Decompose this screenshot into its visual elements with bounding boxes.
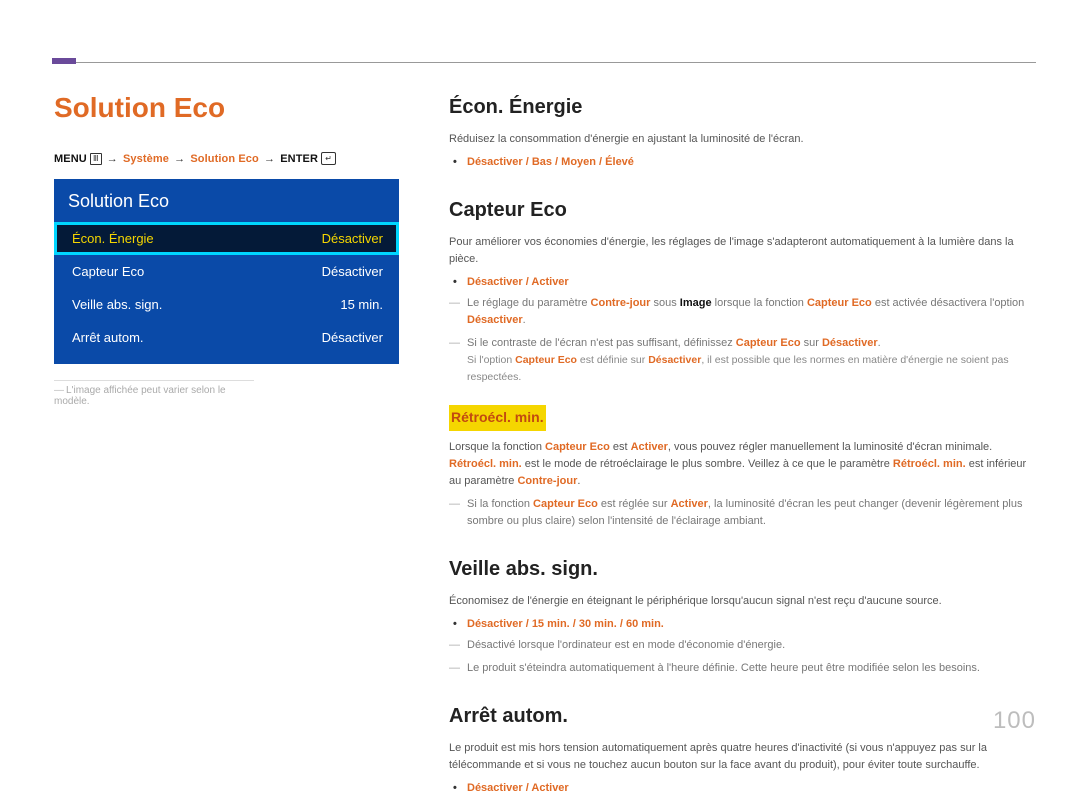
page-title: Solution Eco xyxy=(54,92,399,124)
t: Capteur Eco xyxy=(807,297,872,309)
t: Capteur Eco xyxy=(515,354,577,366)
osd-row-veille-abs-sign[interactable]: Veille abs. sign. 15 min. xyxy=(54,288,399,321)
section-veille-desc: Économisez de l'énergie en éteignant le … xyxy=(449,593,1036,610)
page-top-rule xyxy=(52,62,1036,63)
osd-panel: Solution Eco Écon. Énergie Désactiver Ca… xyxy=(54,179,399,364)
osd-value: Désactiver xyxy=(322,231,383,246)
menu-icon: Ⅲ xyxy=(90,153,102,165)
t: Rétroécl. min. xyxy=(449,458,522,470)
capteur-note-2-sub: Si l'option Capteur Eco est définie sur … xyxy=(467,352,1036,385)
t: Image xyxy=(680,297,712,309)
veille-note-1: Désactivé lorsque l'ordinateur est en mo… xyxy=(467,637,1036,654)
section-capteur-desc: Pour améliorer vos économies d'énergie, … xyxy=(449,234,1036,268)
t: est xyxy=(610,441,631,453)
arret-options-list: Désactiver / Activer xyxy=(449,780,1036,797)
veille-options: Désactiver / 15 min. / 30 min. / 60 min. xyxy=(467,616,1036,633)
t: Capteur Eco xyxy=(736,337,801,349)
page-number: 100 xyxy=(993,707,1036,735)
econ-options-list: Désactiver / Bas / Moyen / Élevé xyxy=(449,154,1036,171)
osd-value: Désactiver xyxy=(322,264,383,279)
capteur-options: Désactiver / Activer xyxy=(467,274,1036,291)
t: Rétroécl. min. xyxy=(893,458,966,470)
veille-note-2: Le produit s'éteindra automatiquement à … xyxy=(467,660,1036,677)
t: Désactiver xyxy=(648,354,701,366)
t: est activée désactivera l'option xyxy=(872,297,1025,309)
capteur-options-list: Désactiver / Activer xyxy=(449,274,1036,291)
t: , vous pouvez régler manuellement la lum… xyxy=(668,441,992,453)
t: Désactiver xyxy=(467,314,523,326)
t: Activer xyxy=(671,498,708,510)
t: Si la fonction xyxy=(467,498,533,510)
retroecl-note: Si la fonction Capteur Eco est réglée su… xyxy=(467,496,1036,530)
breadcrumb-systeme: Système xyxy=(123,153,169,165)
page-content: Solution Eco MENU Ⅲ → Système → Solution… xyxy=(54,92,1036,723)
osd-value: Désactiver xyxy=(322,330,383,345)
t: sous xyxy=(650,297,679,309)
t: Si l'option xyxy=(467,354,515,366)
t: . xyxy=(577,475,580,487)
osd-title: Solution Eco xyxy=(54,179,399,222)
breadcrumb-enter: ENTER xyxy=(280,153,318,165)
osd-row-arret-autom[interactable]: Arrêt autom. Désactiver xyxy=(54,321,399,354)
t: Contre-jour xyxy=(591,297,651,309)
econ-options: Désactiver / Bas / Moyen / Élevé xyxy=(467,154,1036,171)
left-column: Solution Eco MENU Ⅲ → Système → Solution… xyxy=(54,92,399,723)
section-econ-title: Écon. Énergie xyxy=(449,92,1036,123)
t: Lorsque la fonction xyxy=(449,441,545,453)
breadcrumb-menu: MENU xyxy=(54,153,87,165)
osd-row-capteur-eco[interactable]: Capteur Eco Désactiver xyxy=(54,255,399,288)
osd-label: Écon. Énergie xyxy=(72,231,154,246)
breadcrumb-solution-eco: Solution Eco xyxy=(190,153,258,165)
retroecl-desc: Lorsque la fonction Capteur Eco est Acti… xyxy=(449,439,1036,490)
osd-value: 15 min. xyxy=(340,297,383,312)
retroecl-notes: Si la fonction Capteur Eco est réglée su… xyxy=(449,496,1036,530)
breadcrumb: MENU Ⅲ → Système → Solution Eco → ENTER … xyxy=(54,152,399,165)
capteur-note-1: Le réglage du paramètre Contre-jour sous… xyxy=(467,295,1036,329)
arrow-icon: → xyxy=(172,153,187,165)
capteur-note-2: Si le contraste de l'écran n'est pas suf… xyxy=(467,335,1036,385)
section-econ-desc: Réduisez la consommation d'énergie en aj… xyxy=(449,131,1036,148)
section-arret-desc: Le produit est mis hors tension automati… xyxy=(449,740,1036,774)
veille-notes: Désactivé lorsque l'ordinateur est en mo… xyxy=(449,637,1036,677)
arret-options: Désactiver / Activer xyxy=(467,780,1036,797)
osd-label: Veille abs. sign. xyxy=(72,297,162,312)
t: Si le contraste de l'écran n'est pas suf… xyxy=(467,337,736,349)
t: . xyxy=(523,314,526,326)
t: Le réglage du paramètre xyxy=(467,297,591,309)
veille-options-list: Désactiver / 15 min. / 30 min. / 60 min. xyxy=(449,616,1036,633)
t: Capteur Eco xyxy=(545,441,610,453)
section-capteur-title: Capteur Eco xyxy=(449,195,1036,226)
footnote: L'image affichée peut varier selon le mo… xyxy=(54,380,254,407)
t: Activer xyxy=(631,441,668,453)
t: . xyxy=(878,337,881,349)
retroecl-subheading: Rétroécl. min. xyxy=(449,405,546,431)
capteur-notes: Le réglage du paramètre Contre-jour sous… xyxy=(449,295,1036,385)
t: est réglée sur xyxy=(598,498,671,510)
arrow-icon: → xyxy=(105,153,120,165)
osd-label: Arrêt autom. xyxy=(72,330,144,345)
t: lorsque la fonction xyxy=(712,297,807,309)
t: Contre-jour xyxy=(517,475,577,487)
t: est le mode de rétroéclairage le plus so… xyxy=(522,458,893,470)
osd-row-econ-energie[interactable]: Écon. Énergie Désactiver xyxy=(54,222,399,255)
section-arret-title: Arrêt autom. xyxy=(449,701,1036,732)
t: Désactiver xyxy=(822,337,878,349)
right-column: Écon. Énergie Réduisez la consommation d… xyxy=(449,92,1036,723)
t: Capteur Eco xyxy=(533,498,598,510)
t: est définie sur xyxy=(577,354,648,366)
osd-label: Capteur Eco xyxy=(72,264,144,279)
arrow-icon: → xyxy=(262,153,277,165)
enter-icon: ↵ xyxy=(321,152,336,165)
t: sur xyxy=(801,337,822,349)
section-veille-title: Veille abs. sign. xyxy=(449,554,1036,585)
